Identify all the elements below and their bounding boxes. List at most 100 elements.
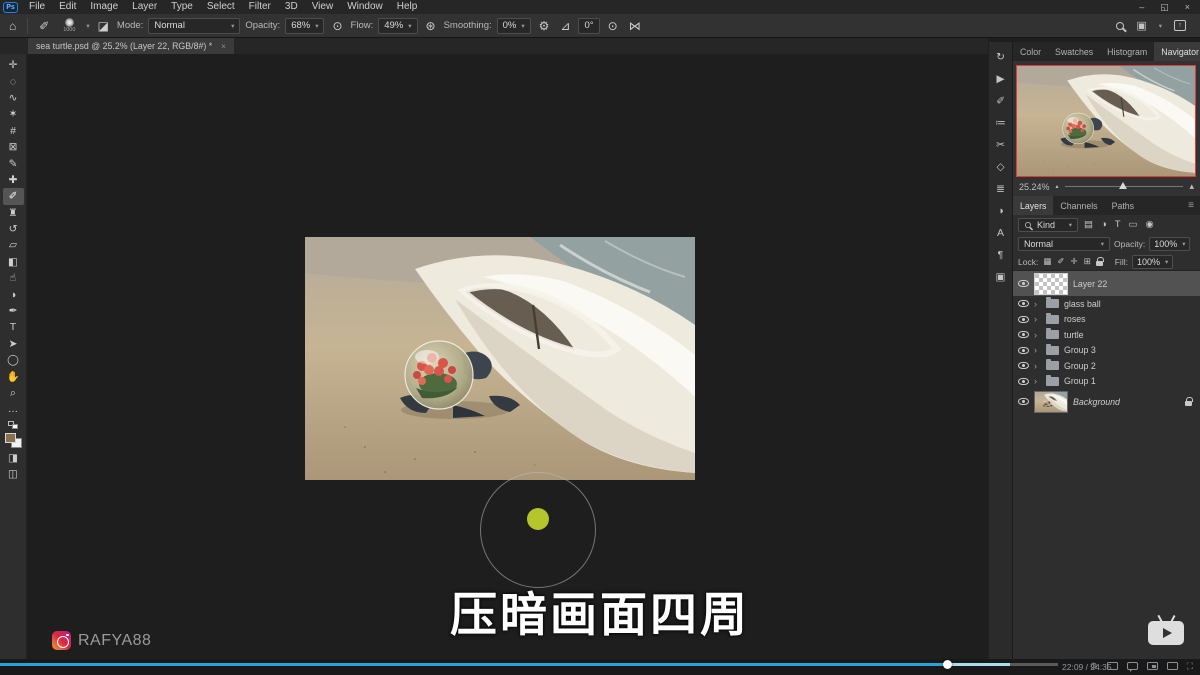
pressure-opacity-icon[interactable]: ⊙ xyxy=(329,15,345,37)
playback-settings-icon[interactable]: ⚙ xyxy=(1090,661,1098,671)
panel-menu-icon[interactable]: ≡ xyxy=(1182,196,1200,215)
visibility-eye-icon[interactable] xyxy=(1018,398,1029,405)
smoothing-gear-icon[interactable]: ⚙ xyxy=(536,15,553,37)
blend-mode-select[interactable]: Normal ▾ xyxy=(148,18,240,34)
symmetry-icon[interactable]: ⋈ xyxy=(626,15,644,37)
close-button[interactable]: × xyxy=(1185,2,1190,13)
smudge-tool[interactable]: ☝ xyxy=(3,270,24,286)
expand-group-icon[interactable]: › xyxy=(1034,345,1041,355)
video-progress-bar[interactable] xyxy=(0,663,1058,666)
move-tool[interactable]: ✛ xyxy=(3,57,24,73)
layer-opacity-select[interactable]: 100% ▾ xyxy=(1149,237,1190,251)
menu-type[interactable]: Type xyxy=(164,0,200,14)
fullscreen-icon[interactable]: ⛶ xyxy=(1187,661,1193,671)
character-panel-icon[interactable]: A xyxy=(997,228,1004,239)
foreground-color-swatch[interactable] xyxy=(5,433,16,443)
menu-image[interactable]: Image xyxy=(83,0,125,14)
visibility-eye-icon[interactable] xyxy=(1018,316,1029,323)
lock-artboard-icon[interactable]: ⊞ xyxy=(1083,256,1092,267)
brush-settings-toggle-icon[interactable]: ◪ xyxy=(95,15,112,37)
photoshop-logo-icon[interactable]: Ps xyxy=(3,2,18,13)
dodge-tool[interactable]: ◑ xyxy=(3,286,24,302)
hand-tool[interactable]: ✋ xyxy=(3,368,24,384)
brush-tool[interactable]: ✐ xyxy=(3,188,24,204)
3d-panel-icon[interactable]: ◇ xyxy=(996,162,1004,173)
menu-file[interactable]: File xyxy=(22,0,52,14)
flow-select[interactable]: 49% ▾ xyxy=(378,18,417,34)
quick-mask-icon[interactable]: ◨ xyxy=(3,450,24,466)
default-colors-icon[interactable] xyxy=(8,421,18,429)
lock-transparency-icon[interactable]: ▦ xyxy=(1042,256,1052,267)
tab-channels[interactable]: Channels xyxy=(1053,196,1104,215)
layer-row-group-3[interactable]: › Group 3 xyxy=(1013,343,1200,359)
minimize-button[interactable]: – xyxy=(1139,2,1144,13)
layer-thumbnail-transparent[interactable] xyxy=(1034,273,1068,295)
chevron-down-icon[interactable]: ▾ xyxy=(86,22,89,30)
lock-paint-icon[interactable]: ✐ xyxy=(1056,256,1065,267)
layer-name[interactable]: Group 3 xyxy=(1064,345,1096,355)
visibility-eye-icon[interactable] xyxy=(1018,378,1029,385)
layer-name[interactable]: roses xyxy=(1064,314,1086,324)
history-panel-icon[interactable]: ↻ xyxy=(996,52,1005,63)
progress-handle[interactable] xyxy=(943,660,952,669)
navigator-proxy-view[interactable] xyxy=(1016,65,1196,177)
history-brush-tool[interactable]: ↺ xyxy=(3,221,24,237)
smoothing-select[interactable]: 0% ▾ xyxy=(497,18,531,34)
layer-name[interactable]: Group 1 xyxy=(1064,376,1096,386)
zoom-tool[interactable]: ⌕ xyxy=(3,385,24,401)
menu-window[interactable]: Window xyxy=(340,0,390,14)
web-fullscreen-icon[interactable] xyxy=(1167,662,1178,670)
eraser-tool[interactable]: ▱ xyxy=(3,237,24,253)
tab-navigator[interactable]: Navigator xyxy=(1154,42,1200,61)
gradient-tool[interactable]: ◧ xyxy=(3,254,24,270)
menu-select[interactable]: Select xyxy=(200,0,242,14)
layer-fill-select[interactable]: 100% ▾ xyxy=(1132,255,1173,269)
airbrush-toggle-icon[interactable]: ⊛ xyxy=(423,15,439,37)
layer-row-group-1[interactable]: › Group 1 xyxy=(1013,374,1200,390)
smart-object-filter-icon[interactable]: ◉ xyxy=(1144,219,1156,230)
tab-color[interactable]: Color xyxy=(1013,42,1048,61)
brush-settings-panel-icon[interactable]: ✐ xyxy=(996,96,1005,107)
adjustment-layer-filter-icon[interactable]: ◑ xyxy=(1099,219,1109,230)
visibility-eye-icon[interactable] xyxy=(1018,300,1029,307)
edit-toolbar-ellipsis[interactable]: … xyxy=(3,401,24,417)
eyedropper-tool[interactable]: ✎ xyxy=(3,155,24,171)
menu-layer[interactable]: Layer xyxy=(125,0,164,14)
shape-tool[interactable]: ◯ xyxy=(3,352,24,368)
canvas-image[interactable] xyxy=(305,237,695,480)
lasso-tool[interactable]: ∿ xyxy=(3,90,24,106)
layer-row-turtle[interactable]: › turtle xyxy=(1013,327,1200,343)
foreground-background-swatches[interactable] xyxy=(5,433,22,448)
tab-swatches[interactable]: Swatches xyxy=(1048,42,1100,61)
layer-name[interactable]: Layer 22 xyxy=(1073,279,1107,289)
expand-group-icon[interactable]: › xyxy=(1034,330,1041,340)
zoom-out-icon[interactable]: ▴ xyxy=(1056,183,1059,190)
type-layer-filter-icon[interactable]: T xyxy=(1113,219,1123,230)
marquee-tool[interactable]: ◌ xyxy=(3,73,24,89)
lock-all-icon[interactable] xyxy=(1096,261,1103,266)
quality-icon[interactable] xyxy=(1107,662,1118,670)
layer-thumbnail-image[interactable] xyxy=(1034,391,1068,413)
screen-mode-icon[interactable]: ◫ xyxy=(3,466,24,482)
clone-stamp-tool[interactable]: ♜ xyxy=(3,205,24,221)
opacity-select[interactable]: 68% ▾ xyxy=(285,18,324,34)
filter-kind-select[interactable]: Kind ▾ xyxy=(1018,218,1078,232)
layer-name[interactable]: turtle xyxy=(1064,330,1084,340)
document-tab[interactable]: sea turtle.psd @ 25.2% (Layer 22, RGB/8#… xyxy=(28,38,234,54)
libraries-panel-icon[interactable]: ▣ xyxy=(996,272,1006,283)
shape-layer-filter-icon[interactable]: ▭ xyxy=(1127,219,1140,230)
magic-wand-tool[interactable]: ✶ xyxy=(3,106,24,122)
menu-help[interactable]: Help xyxy=(390,0,425,14)
layer-row-roses[interactable]: › roses xyxy=(1013,312,1200,328)
pixel-layer-filter-icon[interactable]: ▤ xyxy=(1082,219,1095,230)
layer-name[interactable]: Group 2 xyxy=(1064,361,1096,371)
menu-filter[interactable]: Filter xyxy=(242,0,278,14)
layer-row-group-2[interactable]: › Group 2 xyxy=(1013,358,1200,374)
restore-button[interactable]: ◱ xyxy=(1160,2,1169,13)
zoom-slider-handle[interactable] xyxy=(1119,182,1127,189)
layer-blend-mode-select[interactable]: Normal ▾ xyxy=(1018,237,1110,251)
home-button[interactable]: ⌂ xyxy=(6,15,19,37)
danmaku-comment-icon[interactable] xyxy=(1127,662,1138,670)
pen-tool[interactable]: ✒ xyxy=(3,303,24,319)
expand-group-icon[interactable]: › xyxy=(1034,299,1041,309)
